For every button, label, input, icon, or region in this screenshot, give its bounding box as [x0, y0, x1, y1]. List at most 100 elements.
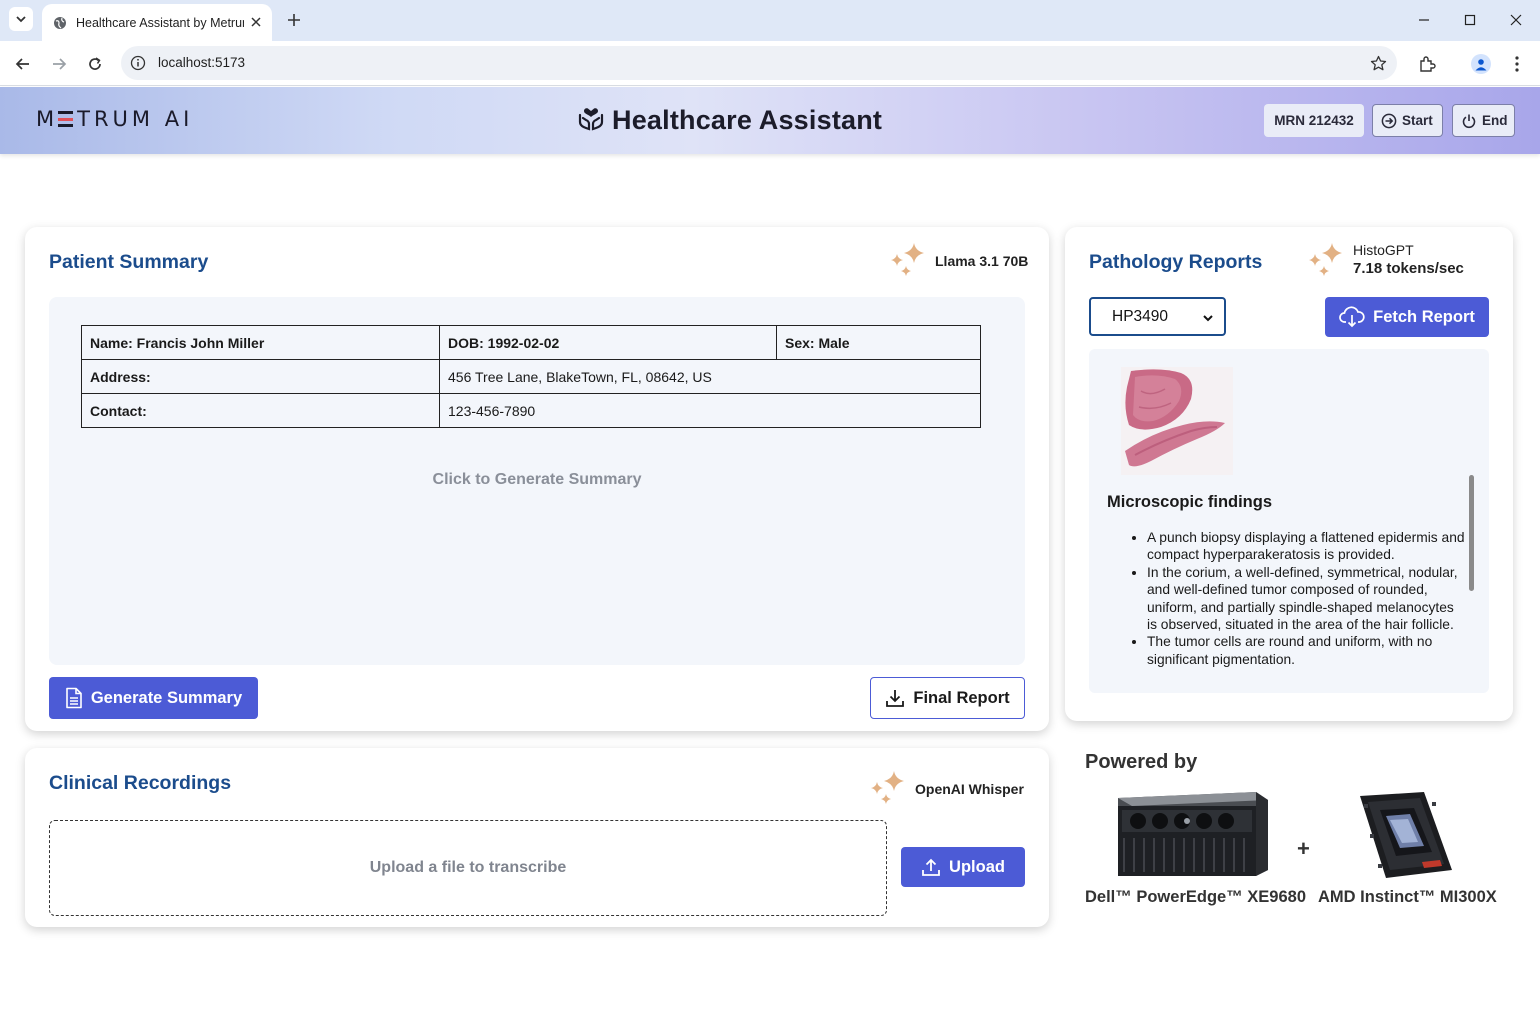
- patient-summary-title: Patient Summary: [49, 251, 209, 273]
- pathology-speed: 7.18 tokens/sec: [1353, 260, 1464, 277]
- globe-icon: [52, 15, 68, 31]
- tab-title: Healthcare Assistant by Metrum: [76, 15, 244, 30]
- table-row: Name: Francis John Miller DOB: 1992-02-0…: [81, 325, 981, 360]
- summary-output-area: Name: Francis John Miller DOB: 1992-02-0…: [49, 297, 1025, 665]
- reload-button[interactable]: [82, 51, 108, 77]
- bookmark-star-icon[interactable]: [1369, 54, 1387, 72]
- histology-slide-image: [1121, 367, 1233, 475]
- arrow-left-icon: [15, 58, 29, 70]
- profile-button[interactable]: [1468, 51, 1494, 77]
- report-scrollbar[interactable]: [1469, 475, 1474, 591]
- start-label: Start: [1402, 113, 1433, 128]
- cloud-download-icon: [1339, 306, 1365, 328]
- patient-info-table: Name: Francis John Miller DOB: 1992-02-0…: [81, 325, 981, 428]
- sparkle-icon: [891, 243, 924, 276]
- plus-icon: [288, 14, 300, 26]
- new-tab-button[interactable]: [283, 9, 305, 31]
- address-value-cell: 456 Tree Lane, BlakeTown, FL, 08642, US: [439, 359, 981, 394]
- patient-name-cell: Name: Francis John Miller: [81, 325, 440, 360]
- report-select[interactable]: HP3490: [1089, 297, 1226, 336]
- power-icon: [1461, 113, 1477, 129]
- contact-value-cell: 123-456-7890: [439, 393, 981, 428]
- plus-sign: +: [1297, 836, 1310, 861]
- upload-dropzone[interactable]: Upload a file to transcribe: [49, 820, 887, 916]
- url-text[interactable]: localhost:5173: [158, 55, 245, 70]
- pathology-reports-card: Pathology Reports HistoGPT 7.18 tokens/s…: [1065, 227, 1513, 721]
- upload-icon: [921, 857, 941, 877]
- recordings-model-name: OpenAI Whisper: [915, 781, 1024, 797]
- app-title-group: Healthcare Assistant: [578, 105, 882, 136]
- summary-placeholder: Click to Generate Summary: [432, 471, 642, 488]
- pathology-reports-title: Pathology Reports: [1089, 251, 1263, 273]
- mrn-badge: MRN 212432: [1264, 104, 1364, 137]
- reload-icon: [89, 57, 101, 70]
- findings-title: Microscopic findings: [1107, 493, 1273, 511]
- findings-list: A punch biopsy displaying a flattened ep…: [1147, 529, 1467, 668]
- generate-summary-button[interactable]: Generate Summary: [49, 677, 258, 719]
- browser-tab[interactable]: Healthcare Assistant by Metrum: [42, 4, 272, 41]
- list-item: In the corium, a well-defined, symmetric…: [1147, 564, 1467, 634]
- contact-label-cell: Contact:: [81, 393, 440, 428]
- pathology-model-name: HistoGPT: [1353, 242, 1414, 258]
- generate-summary-label: Generate Summary: [90, 688, 243, 707]
- maximize-button[interactable]: [1457, 8, 1483, 32]
- amd-gpu-label: AMD Instinct™ MI300X: [1318, 888, 1497, 906]
- sparkle-icon: [1309, 243, 1342, 276]
- document-icon: [65, 687, 83, 709]
- site-info-icon[interactable]: [129, 54, 147, 72]
- upload-button[interactable]: Upload: [901, 847, 1025, 887]
- list-item: The tumor cells are round and uniform, w…: [1147, 633, 1467, 668]
- more-vert-icon: [1515, 56, 1519, 72]
- app-title: Healthcare Assistant: [612, 105, 883, 135]
- puzzle-icon: [1420, 56, 1436, 72]
- arrow-circle-right-icon: [1381, 113, 1397, 129]
- chevron-down-icon: [16, 16, 26, 23]
- minimize-icon: [1419, 19, 1429, 21]
- amd-gpu-image: [1352, 790, 1456, 880]
- close-icon: [1510, 14, 1522, 26]
- sparkle-icon: [871, 771, 904, 804]
- powered-by-title: Powered by: [1085, 751, 1198, 773]
- recordings-model-tag: OpenAI Whisper: [869, 770, 1024, 808]
- patient-dob-cell: DOB: 1992-02-02: [439, 325, 777, 360]
- summary-model-tag: Llama 3.1 70B: [889, 242, 1028, 280]
- clinical-recordings-title: Clinical Recordings: [49, 772, 232, 794]
- start-button[interactable]: Start: [1372, 104, 1443, 137]
- app-header: M TRUM AI Healthcare Assistant MRN 212432…: [0, 87, 1540, 154]
- close-window-button[interactable]: [1503, 8, 1529, 32]
- minimize-button[interactable]: [1411, 8, 1437, 32]
- end-label: End: [1482, 113, 1508, 128]
- final-report-label: Final Report: [913, 688, 1010, 707]
- browser-menu-button[interactable]: [1504, 51, 1530, 77]
- final-report-button[interactable]: Final Report: [870, 677, 1025, 719]
- address-bar[interactable]: localhost:5173: [121, 46, 1397, 80]
- list-item: A punch biopsy displaying a flattened ep…: [1147, 529, 1467, 564]
- table-row: Contact: 123-456-7890: [81, 393, 981, 428]
- address-label-cell: Address:: [81, 359, 440, 394]
- download-icon: [885, 688, 905, 708]
- forward-button[interactable]: [46, 51, 72, 77]
- pathology-report-content[interactable]: Microscopic findings A punch biopsy disp…: [1089, 349, 1489, 693]
- clinical-recordings-card: Clinical Recordings OpenAI Whisper Uploa…: [25, 748, 1049, 927]
- fetch-report-button[interactable]: Fetch Report: [1325, 297, 1489, 337]
- browser-toolbar: localhost:5173: [0, 41, 1540, 86]
- browser-tab-bar: Healthcare Assistant by Metrum: [0, 0, 1540, 41]
- extensions-button[interactable]: [1414, 51, 1440, 77]
- dell-server-label: Dell™ PowerEdge™ XE9680: [1085, 888, 1307, 906]
- end-button[interactable]: End: [1452, 104, 1515, 137]
- upload-label: Upload: [949, 857, 1005, 876]
- chevron-down-icon: [1202, 311, 1214, 329]
- back-button[interactable]: [10, 51, 36, 77]
- upload-dropzone-label: Upload a file to transcribe: [369, 859, 567, 876]
- maximize-icon: [1464, 14, 1476, 26]
- table-row: Address: 456 Tree Lane, BlakeTown, FL, 0…: [81, 359, 981, 394]
- fetch-report-label: Fetch Report: [1373, 307, 1475, 326]
- heart-hands-icon: [578, 105, 604, 136]
- summary-model-name: Llama 3.1 70B: [935, 253, 1029, 269]
- tab-search-button[interactable]: [9, 7, 33, 31]
- profile-avatar-icon: [1471, 54, 1491, 74]
- report-select-value: HP3490: [1112, 307, 1169, 325]
- arrow-right-icon: [53, 58, 67, 70]
- pathology-model-tag: HistoGPT 7.18 tokens/sec: [1307, 242, 1464, 280]
- close-tab-icon[interactable]: [248, 14, 264, 30]
